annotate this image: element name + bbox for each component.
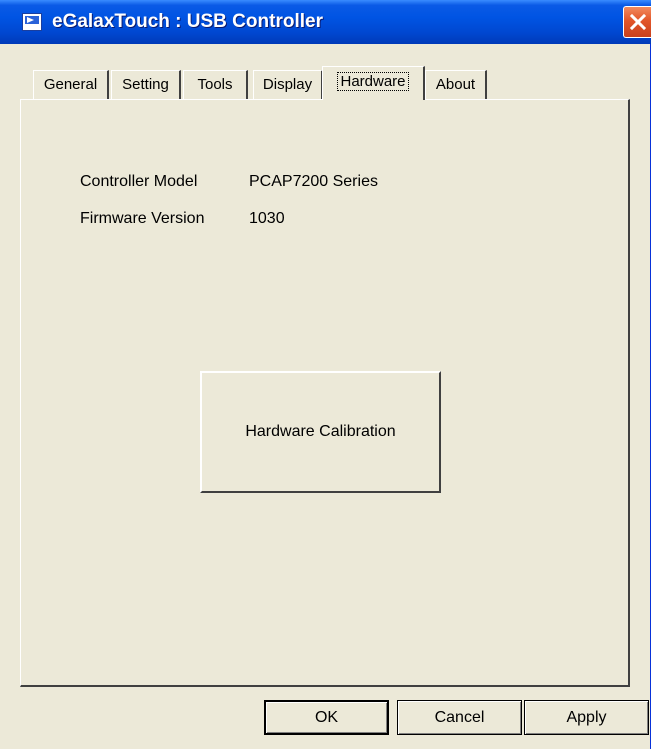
close-button[interactable] bbox=[623, 6, 651, 38]
firmware-version-value: 1030 bbox=[249, 210, 285, 227]
controller-model-value: PCAP7200 Series bbox=[249, 173, 378, 190]
title-bar[interactable]: eGalaxTouch : USB Controller bbox=[0, 0, 651, 44]
tab-about[interactable]: About bbox=[425, 70, 487, 100]
controller-model-label: Controller Model bbox=[80, 173, 198, 190]
window-title: eGalaxTouch : USB Controller bbox=[52, 11, 323, 32]
cancel-button[interactable]: Cancel bbox=[397, 700, 522, 735]
tab-hardware[interactable]: Hardware bbox=[322, 66, 425, 100]
dialog-window: eGalaxTouch : USB Controller General Set… bbox=[0, 0, 651, 749]
tab-setting[interactable]: Setting bbox=[111, 70, 181, 100]
apply-button[interactable]: Apply bbox=[524, 700, 649, 735]
tab-display[interactable]: Display bbox=[253, 70, 323, 100]
hardware-tab-panel: Controller Model PCAP7200 Series Firmwar… bbox=[20, 99, 630, 687]
firmware-version-label: Firmware Version bbox=[80, 210, 205, 227]
ok-button[interactable]: OK bbox=[264, 700, 389, 735]
close-icon bbox=[629, 13, 647, 31]
tab-general[interactable]: General bbox=[33, 70, 109, 100]
tab-tools[interactable]: Tools bbox=[183, 70, 248, 100]
hardware-calibration-button[interactable]: Hardware Calibration bbox=[200, 371, 441, 493]
app-monitor-icon[interactable] bbox=[22, 13, 42, 31]
tab-strip: General Setting Tools Display Hardware A… bbox=[0, 62, 651, 102]
